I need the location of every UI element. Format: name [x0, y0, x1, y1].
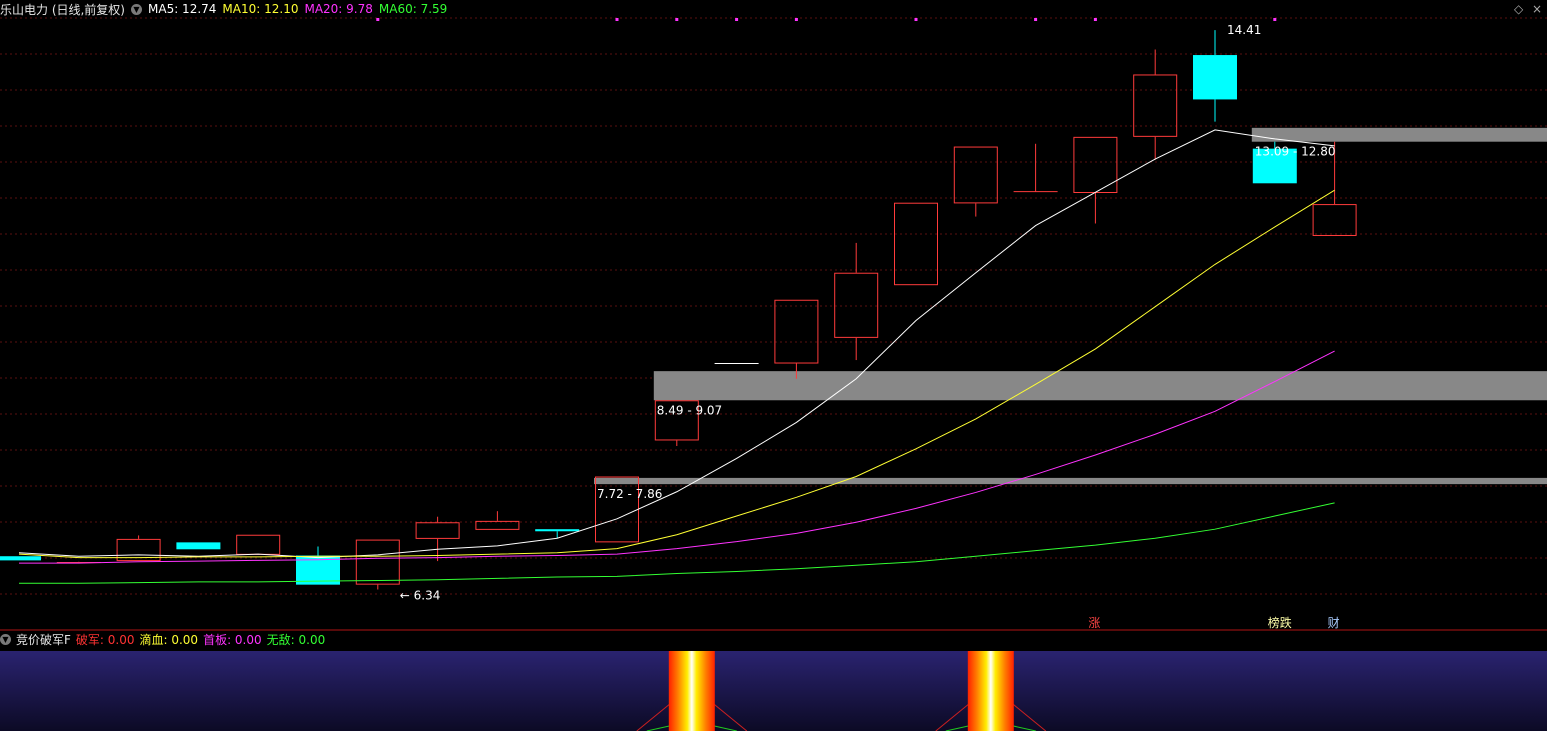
indicator-wudi: 无敌: 0.00	[266, 632, 326, 647]
candle	[953, 146, 998, 217]
candle-body	[1133, 74, 1178, 137]
candle	[894, 202, 938, 286]
candle	[415, 516, 460, 562]
candle-body	[0, 556, 41, 561]
candle	[355, 539, 400, 590]
candle	[0, 556, 41, 561]
candle-body	[894, 202, 938, 286]
candle-body	[953, 146, 998, 204]
candle-body	[475, 520, 520, 530]
gap-zone	[594, 477, 1547, 485]
price-annotation: ← 6.34	[400, 589, 441, 603]
candle-body	[176, 542, 221, 550]
ma20-value: MA20: 9.78	[304, 2, 373, 16]
indicator-header: ▼ 竞价破军F 破军: 0.00 滴血: 0.00 首板: 0.00 无敌: 0…	[0, 631, 325, 647]
price-chart[interactable]: 8.49 - 9.07 7.72 - 7.86 13.09 - 12.80 14.41…	[0, 0, 1547, 631]
candle	[176, 542, 221, 550]
indicator-shouban: 首板: 0.00	[203, 632, 262, 647]
signal-dot	[1034, 18, 1038, 21]
chart-header: 乐山电力 (日线,前复权) ▼ MA5: 12.74 MA10: 12.10 M…	[0, 0, 447, 18]
candle	[1013, 143, 1058, 193]
diamond-icon[interactable]: ◇	[1514, 2, 1523, 16]
signal-bar	[668, 651, 715, 731]
indicator-dixue: 滴血: 0.00	[139, 632, 199, 647]
ma-line-ma5	[18, 129, 1335, 559]
candle	[296, 546, 340, 585]
candle-body	[236, 534, 281, 555]
gap-zone	[653, 371, 1547, 401]
signal-dot	[615, 18, 619, 21]
event-tag[interactable]: 榜跌	[1267, 614, 1293, 631]
signal-dot	[1093, 18, 1097, 21]
candle	[475, 511, 520, 530]
gap-zone-label: 8.49 - 9.07	[657, 403, 722, 417]
candle-body	[1312, 204, 1357, 236]
signal-dot	[376, 18, 380, 21]
close-icon[interactable]: ×	[1532, 2, 1542, 16]
ma5-value: MA5: 12.74	[148, 2, 217, 16]
gap-zone-label: 7.72 - 7.86	[597, 487, 662, 501]
candle	[236, 534, 281, 555]
gap-zone	[1251, 127, 1547, 142]
signal-dot	[735, 18, 739, 21]
chevron-down-icon[interactable]: ▼	[0, 633, 11, 645]
stock-title: 乐山电力 (日线,前复权)	[0, 2, 125, 17]
indicator-name: 竞价破军F	[16, 632, 71, 647]
candle	[1193, 30, 1237, 122]
candle-body	[355, 539, 400, 585]
signal-dot	[914, 18, 918, 21]
event-tag[interactable]: 涨	[1087, 614, 1101, 631]
ma60-value: MA60: 7.59	[378, 2, 448, 16]
candle-body	[834, 272, 879, 338]
candle-body	[415, 522, 460, 539]
candle	[1133, 49, 1178, 160]
chevron-down-icon[interactable]: ▼	[131, 3, 142, 15]
candle-body	[1193, 55, 1237, 100]
event-tag[interactable]: 财	[1327, 614, 1341, 631]
indicator-background	[0, 651, 1547, 731]
ma10-value: MA10: 12.10	[222, 2, 299, 16]
candle	[774, 299, 819, 379]
candle	[1073, 136, 1118, 224]
price-annotation: 14.41	[1227, 23, 1261, 37]
candle-body	[774, 299, 819, 364]
signal-dot	[794, 18, 798, 21]
indicator-pojun: 破军: 0.00	[75, 632, 135, 647]
gap-zone-label: 13.09 - 12.80	[1255, 145, 1336, 159]
signal-dot	[1273, 18, 1277, 21]
signal-dot	[675, 18, 679, 21]
candle-body	[535, 529, 580, 532]
signal-bar	[967, 651, 1014, 731]
